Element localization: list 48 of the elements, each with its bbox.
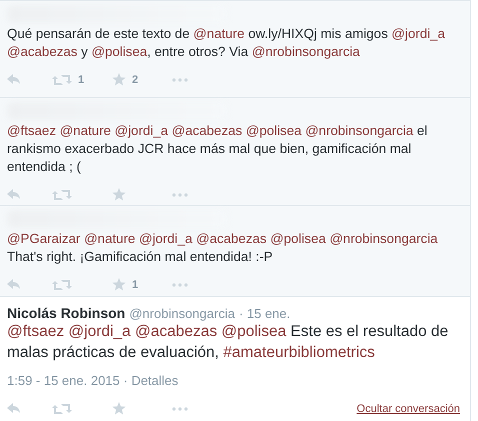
mention-link[interactable]: @jordi_a xyxy=(138,231,192,246)
mention-link[interactable]: @polisea xyxy=(221,323,286,340)
more-icon[interactable] xyxy=(172,406,188,410)
star-icon[interactable] xyxy=(112,188,126,201)
more-icon[interactable] xyxy=(172,192,188,196)
favorite-count: 2 xyxy=(132,74,138,86)
tweet-text: @ftsaez @nature @jordi_a @acabezas @polisea @nrobinsongarcia el rankismo exacerbado JCR hace más mal que bien, gamificación mal entendida ; ( xyxy=(7,122,428,176)
mention-link[interactable]: @nature xyxy=(60,123,111,138)
retweet-count: 1 xyxy=(78,74,84,86)
star-icon[interactable] xyxy=(112,278,126,291)
star-icon[interactable] xyxy=(112,73,126,86)
mention-link[interactable]: @PGaraizar xyxy=(7,231,80,246)
mention-link[interactable]: @nature xyxy=(84,231,136,246)
reply-icon[interactable] xyxy=(7,403,21,414)
tweet-date: · 15 ene. xyxy=(238,306,290,321)
favorite-count: 1 xyxy=(132,278,138,290)
tweet-text: @ftsaez @jordi_a @acabezas @polisea Este es el resultado de malas prácticas de evaluación, #amateurbibliometrics xyxy=(7,322,450,363)
mention-link[interactable]: @nature xyxy=(193,26,244,41)
more-icon[interactable] xyxy=(172,282,188,286)
mention-link[interactable]: @nrobinsongarcia xyxy=(305,123,414,138)
mention-link[interactable]: @jordi_a xyxy=(68,323,131,340)
mention-link[interactable]: @acabezas xyxy=(172,123,242,138)
mention-link[interactable]: @nrobinsongarcia xyxy=(330,231,438,246)
mention-link[interactable]: @ftsaez xyxy=(7,323,64,340)
more-icon[interactable] xyxy=(172,78,188,82)
mention-link[interactable]: #amateurbibliometrics xyxy=(223,344,375,361)
mention-link[interactable]: @acabezas xyxy=(7,44,78,59)
mention-link[interactable]: @acabezas xyxy=(196,231,267,246)
mention-link[interactable]: @acabezas xyxy=(134,323,218,340)
retweet-icon[interactable] xyxy=(52,188,72,200)
mention-link[interactable]: @jordi_a xyxy=(392,26,445,41)
tweet-text: @PGaraizar @nature @jordi_a @acabezas @polisea @nrobinsongarcia That's right. ¡Gamificación mal entendida! :-P xyxy=(7,230,439,266)
mention-link[interactable]: @polisea xyxy=(270,231,326,246)
reply-icon[interactable] xyxy=(7,74,21,85)
mention-link[interactable]: @polisea xyxy=(91,44,148,59)
mention-link[interactable]: @nrobinsongarcia xyxy=(252,44,360,59)
retweet-icon[interactable] xyxy=(52,74,72,86)
mention-link[interactable]: @polisea xyxy=(246,123,302,138)
mention-link[interactable]: @jordi_a xyxy=(114,123,168,138)
retweet-icon[interactable] xyxy=(52,278,72,290)
reply-icon[interactable] xyxy=(7,279,21,290)
hide-conversation-link[interactable]: Ocultar conversación xyxy=(356,402,460,414)
star-icon[interactable] xyxy=(112,402,126,415)
author-name[interactable]: Nicolás Robinson xyxy=(7,305,126,321)
tweet-text: Qué pensarán de este texto de @nature ow.ly/HIXQj mis amigos @jordi_a @acabezas y @polisea, entre otros? Via @nrobinsongarcia xyxy=(7,25,446,61)
mention-link[interactable]: @ftsaez xyxy=(7,123,56,138)
retweet-icon[interactable] xyxy=(52,402,72,414)
reply-icon[interactable] xyxy=(7,189,21,200)
